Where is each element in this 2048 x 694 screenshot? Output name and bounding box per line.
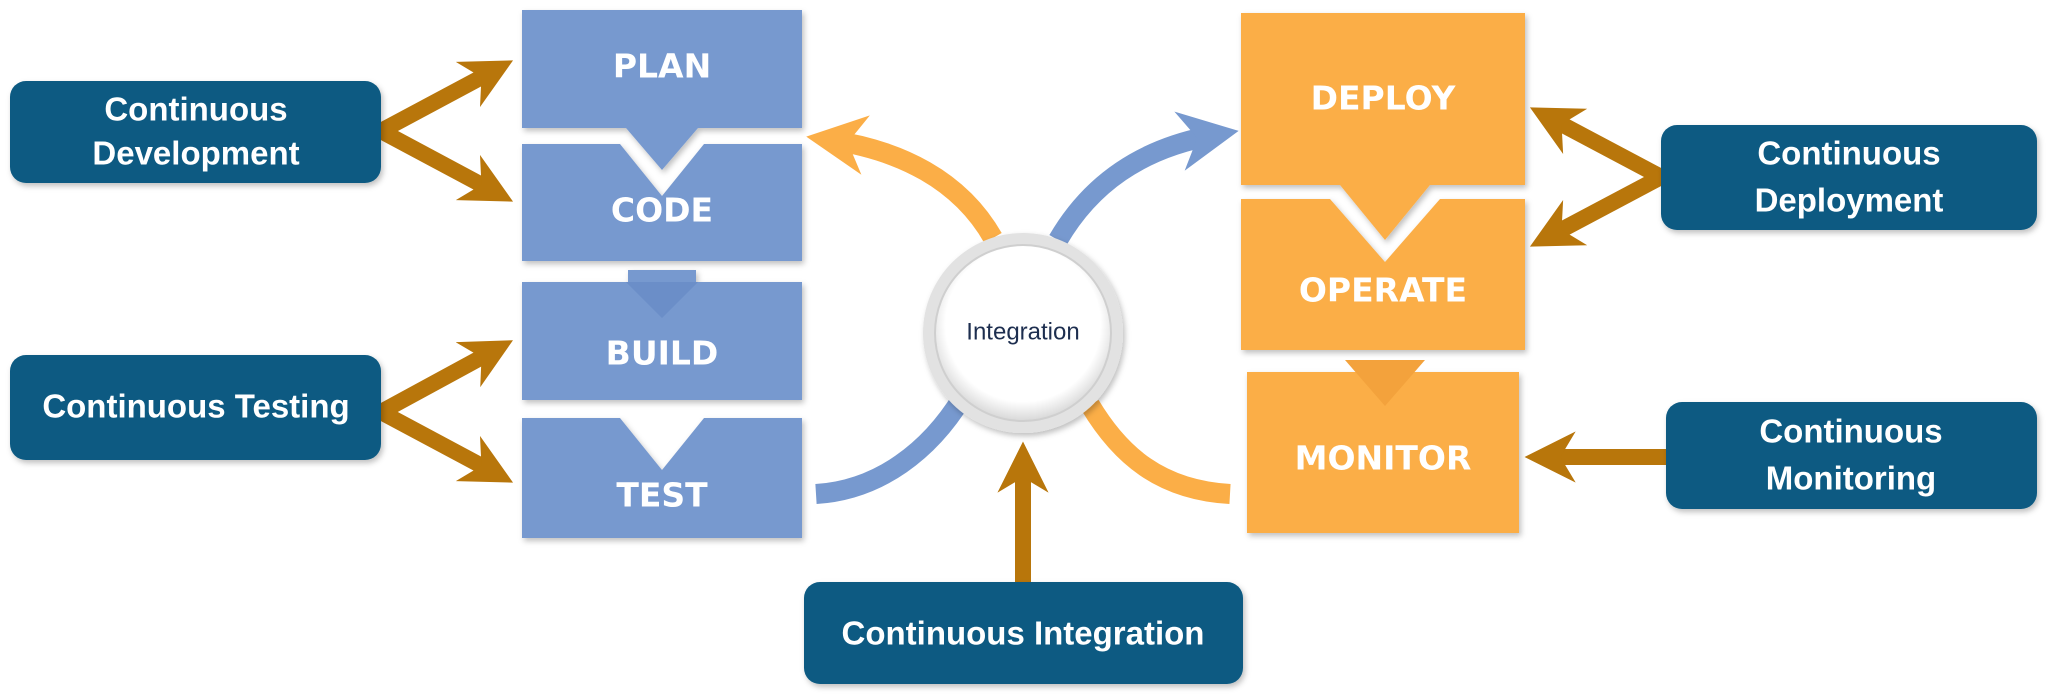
label-line: Monitoring [1766,460,1936,497]
label-continuous-deployment: Continuous Deployment [1661,125,2037,230]
integration-hub: Integration [923,233,1123,433]
stage-plan-label: PLAN [613,47,711,86]
stage-deploy-label: DEPLOY [1311,79,1457,118]
label-continuous-monitoring: Continuous Monitoring [1666,402,2037,509]
arrow-test-to-build [377,340,513,420]
arrow-test-to-test [377,404,514,483]
label-line: Development [92,135,299,172]
curve-arrow-to-monitor [1081,399,1231,504]
label-line: Deployment [1755,182,1944,219]
stage-code-label: CODE [611,191,713,230]
label-continuous-development: Continuous Development [10,81,381,183]
stage-monitor: MONITOR [1247,360,1519,533]
stage-build-label: BUILD [606,334,719,373]
devops-diagram: PLAN CODE BUILD TEST DEPLOY OPERATE MONI… [10,10,2037,684]
label-continuous-testing: Continuous Testing [10,355,381,460]
label-continuous-integration: Continuous Integration [804,582,1243,684]
arrow-deployment-to-deploy [1529,107,1665,185]
stage-test-label: TEST [616,476,708,515]
curve-arrow-to-deploy [1049,111,1239,246]
label-line: Continuous Testing [42,388,349,425]
label-line: Continuous [1759,413,1942,450]
stage-operate-label: OPERATE [1299,271,1467,310]
curve-arrow-to-plan [806,115,1002,244]
label-line: Continuous [104,91,287,128]
label-line: Continuous Integration [842,615,1205,652]
arrow-dev-to-code [377,123,514,202]
label-line: Continuous [1757,135,1940,172]
stage-test: TEST [522,418,802,538]
curve-arrow-from-test [815,392,971,504]
arrow-dev-to-plan [377,60,514,139]
integration-hub-label: Integration [966,318,1079,345]
stage-monitor-label: MONITOR [1295,439,1472,478]
arrow-deployment-to-operate [1529,169,1665,247]
